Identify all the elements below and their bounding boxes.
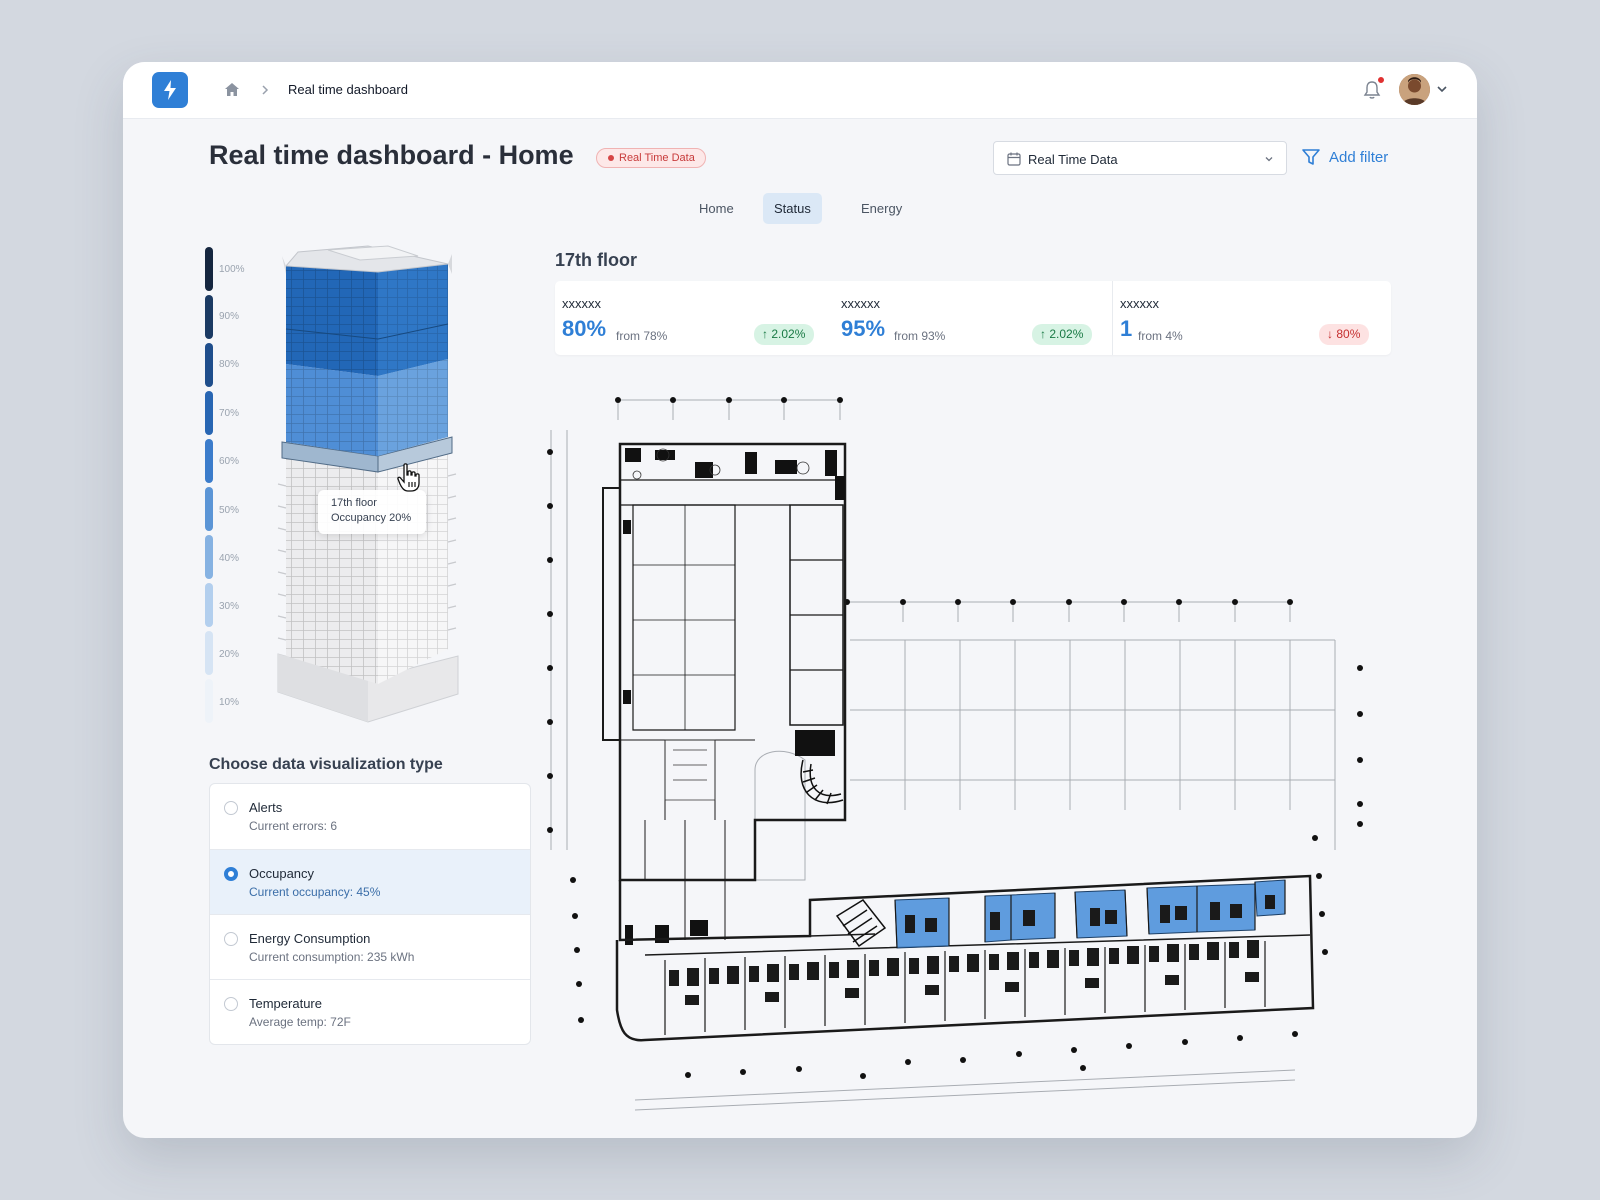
chevron-down-icon[interactable] xyxy=(1436,83,1448,95)
viz-option-name: Temperature xyxy=(249,996,322,1011)
radio-button[interactable] xyxy=(224,997,238,1011)
scale-segment xyxy=(205,487,213,531)
viz-option-name: Occupancy xyxy=(249,866,315,881)
floor-plan[interactable] xyxy=(545,380,1425,1130)
scale-label: 10% xyxy=(219,697,240,708)
filter-icon xyxy=(1302,149,1320,165)
change-chip: ↑ 2.02% xyxy=(754,324,815,345)
scale-label: 70% xyxy=(219,408,240,419)
floor-title: 17th floor xyxy=(555,250,638,270)
scale-label: 100% xyxy=(219,264,245,275)
stat-label: xxxxxx xyxy=(562,296,601,311)
scale-segment xyxy=(205,247,213,291)
status-badge: Real Time Data xyxy=(596,148,706,168)
change-chip: ↑ 2.02% xyxy=(1032,324,1093,345)
radio-button[interactable] xyxy=(224,801,238,815)
scale-segment xyxy=(205,535,213,579)
change-value: 80% xyxy=(1336,327,1361,341)
scale-segment xyxy=(205,583,213,627)
home-icon[interactable] xyxy=(223,81,241,99)
scale-label: 90% xyxy=(219,311,240,322)
viz-option-temperature[interactable]: Temperature Average temp: 72F xyxy=(210,979,530,1044)
stat-from: from 93% xyxy=(894,329,946,343)
chevron-right-icon xyxy=(262,85,269,95)
select-value: Real Time Data xyxy=(1028,152,1118,167)
page-title: Real time dashboard - Home xyxy=(209,140,574,170)
chevron-down-icon xyxy=(1265,157,1273,162)
viz-option-energy[interactable]: Energy Consumption Current consumption: … xyxy=(210,914,530,979)
stat-value: 80% xyxy=(562,316,607,341)
viz-option-occupancy[interactable]: Occupancy Current occupancy: 45% xyxy=(210,849,530,914)
floor-tooltip: 17th floor Occupancy 20% xyxy=(318,490,426,534)
viz-option-detail: Current consumption: 235 kWh xyxy=(249,950,415,964)
viz-option-detail: Average temp: 72F xyxy=(249,1015,351,1029)
tooltip-floor: 17th floor xyxy=(331,497,377,509)
tab-home[interactable]: Home xyxy=(688,193,745,224)
breadcrumb-current[interactable]: Real time dashboard xyxy=(288,82,408,97)
add-filter-label: Add filter xyxy=(1329,148,1389,166)
viz-option-detail: Current errors: 6 xyxy=(249,819,338,833)
tab-status[interactable]: Status xyxy=(763,193,822,224)
notification-dot xyxy=(1377,76,1385,84)
bolt-icon[interactable] xyxy=(152,72,188,108)
scale-label: 80% xyxy=(219,359,240,370)
calendar-icon xyxy=(1007,152,1021,166)
scale-segment xyxy=(205,391,213,435)
scale-segment xyxy=(205,679,213,723)
viz-option-detail: Current occupancy: 45% xyxy=(249,885,381,899)
viz-option-name: Alerts xyxy=(249,800,283,815)
radio-button[interactable] xyxy=(224,932,238,946)
change-chip: ↓ 80% xyxy=(1319,324,1370,345)
floor-stats-card: xxxxxx 80% from 78% ↑ 2.02% xxxxxx 95% f… xyxy=(555,281,1391,355)
tab-energy[interactable]: Energy xyxy=(850,193,913,224)
scale-label: 40% xyxy=(219,553,240,564)
arrow-up-icon: ↑ xyxy=(1040,327,1050,341)
scale-segment xyxy=(205,295,213,339)
viz-option-alerts[interactable]: Alerts Current errors: 6 xyxy=(210,784,530,849)
scale-label: 60% xyxy=(219,456,240,467)
building-3d-model[interactable] xyxy=(268,244,478,724)
scale-segment xyxy=(205,343,213,387)
stat-card: xxxxxx 1 from 4% ↓ 80% xyxy=(1113,281,1391,355)
scale-segment xyxy=(205,631,213,675)
stat-value: 1 xyxy=(1120,316,1133,341)
arrow-down-icon: ↓ xyxy=(1327,327,1337,341)
avatar[interactable] xyxy=(1399,74,1430,105)
hand-cursor-icon xyxy=(397,463,420,492)
occupancy-scale: 100% 90% 80% 70% 60% 50% 40% 30% 20% 10% xyxy=(205,247,265,725)
stat-card: xxxxxx 80% from 78% ↑ 2.02% xyxy=(555,281,833,355)
tooltip-occupancy: Occupancy 20% xyxy=(331,512,412,524)
radio-button[interactable] xyxy=(224,867,238,881)
stat-label: xxxxxx xyxy=(841,296,880,311)
change-value: 2.02% xyxy=(771,327,806,341)
scale-label: 20% xyxy=(219,649,240,660)
stat-from: from 78% xyxy=(616,329,668,343)
stat-card: xxxxxx 95% from 93% ↑ 2.02% xyxy=(834,281,1112,355)
app-window: Real time dashboard Real time dashboard … xyxy=(123,62,1477,1138)
data-source-select[interactable]: Real Time Data xyxy=(993,141,1287,175)
stat-label: xxxxxx xyxy=(1120,296,1159,311)
change-value: 2.02% xyxy=(1049,327,1084,341)
viz-type-title: Choose data visualization type xyxy=(209,756,443,773)
stat-value: 95% xyxy=(841,316,886,341)
viz-option-name: Energy Consumption xyxy=(249,931,371,946)
viz-type-list: Alerts Current errors: 6 Occupancy Curre… xyxy=(209,783,531,1045)
scale-label: 30% xyxy=(219,601,240,612)
scale-segment xyxy=(205,439,213,483)
add-filter-button[interactable]: Add filter xyxy=(1301,146,1388,168)
arrow-up-icon: ↑ xyxy=(762,327,772,341)
top-bar: Real time dashboard xyxy=(123,62,1477,119)
scale-label: 50% xyxy=(219,505,240,516)
stat-from: from 4% xyxy=(1138,329,1183,343)
